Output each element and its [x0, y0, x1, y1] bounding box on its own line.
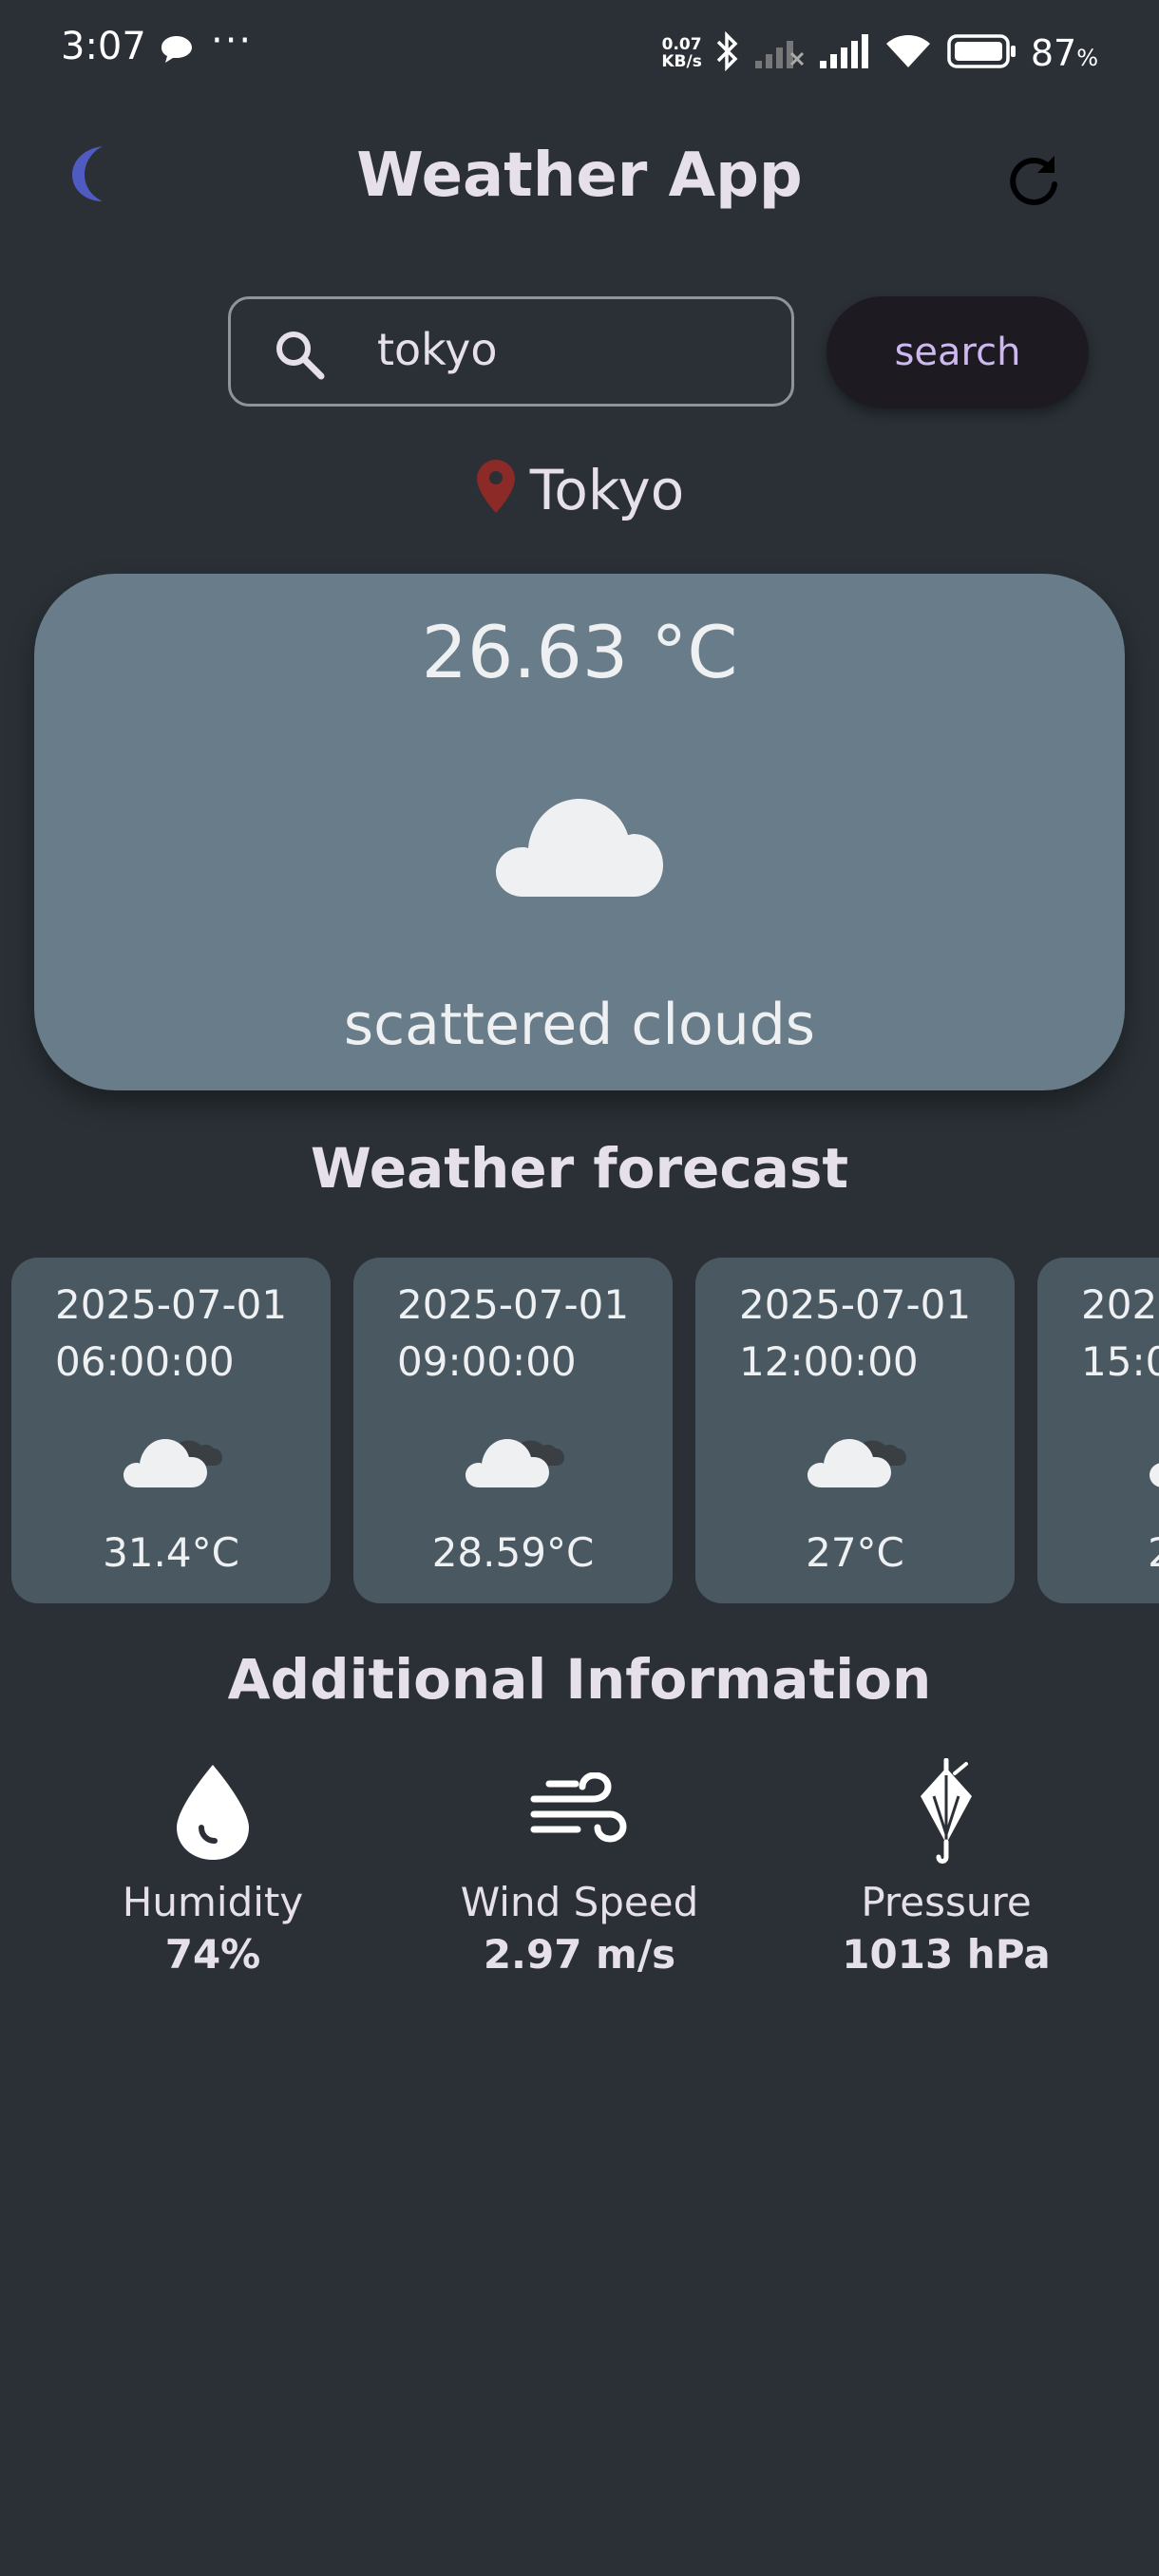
bluetooth-icon: [715, 30, 740, 75]
search-icon: [271, 326, 328, 387]
weather-description: scattered clouds: [343, 992, 816, 1058]
status-bar: 3:07 ··· 0.07 KB/s 87%: [0, 0, 1159, 104]
cloudy-icon: [1148, 1425, 1159, 1495]
signal-nosim-icon: [753, 32, 805, 74]
forecast-temperature: 28.59°C: [431, 1529, 595, 1576]
battery-icon: [947, 33, 1017, 73]
humidity-info: Humidity 74%: [51, 1753, 374, 1978]
more-notifications-icon: ···: [211, 19, 254, 63]
cloudy-icon: [806, 1425, 906, 1495]
forecast-datetime: 2025-07-0115:00:00: [1081, 1281, 1159, 1385]
pressure-value: 1013 hPa: [842, 1931, 1051, 1978]
city-name: Tokyo: [529, 458, 685, 522]
signal-icon: [818, 32, 869, 74]
chat-notification-icon: [160, 34, 194, 68]
forecast-card[interactable]: 2025-07-0115:00:00 27°C: [1037, 1258, 1159, 1603]
wind-speed-info: Wind Speed 2.97 m/s: [418, 1753, 741, 1978]
cloudy-icon: [464, 1425, 564, 1495]
forecast-temperature: 27°C: [806, 1529, 904, 1576]
forecast-temperature: 31.4°C: [103, 1529, 239, 1576]
humidity-label: Humidity: [122, 1879, 304, 1925]
current-weather-card: 26.63 °C scattered clouds: [34, 574, 1125, 1090]
water-drop-icon: [51, 1753, 374, 1871]
cloudy-icon: [122, 1425, 222, 1495]
forecast-card[interactable]: 2025-07-01 12:00:00 27°C: [695, 1258, 1015, 1603]
forecast-datetime: 2025-07-01 09:00:00: [397, 1281, 630, 1385]
forecast-title: Weather forecast: [310, 1136, 849, 1201]
forecast-list[interactable]: 2025-07-01 06:00:00 31.4°C 2025-07-01 09:0…: [11, 1258, 1159, 1603]
cloud-icon: [494, 783, 665, 904]
refresh-icon[interactable]: [1005, 152, 1062, 213]
pressure-info: Pressure 1013 hPa: [785, 1753, 1108, 1978]
battery-percent: 87%: [1030, 32, 1098, 74]
current-temperature: 26.63 °C: [421, 610, 738, 694]
status-time: 3:07: [61, 25, 146, 68]
forecast-card[interactable]: 2025-07-01 09:00:00 28.59°C: [353, 1258, 673, 1603]
wind-speed-label: Wind Speed: [460, 1879, 699, 1925]
forecast-datetime: 2025-07-01 06:00:00: [55, 1281, 288, 1385]
network-speed: 0.07 KB/s: [661, 35, 702, 71]
wind-icon: [418, 1753, 741, 1871]
additional-info-title: Additional Information: [227, 1647, 932, 1712]
forecast-card[interactable]: 2025-07-01 06:00:00 31.4°C: [11, 1258, 331, 1603]
wind-speed-value: 2.97 m/s: [483, 1931, 676, 1978]
humidity-value: 74%: [164, 1931, 261, 1978]
pressure-label: Pressure: [861, 1879, 1032, 1925]
search-input-value[interactable]: tokyo: [377, 324, 498, 375]
location-label: Tokyo: [0, 458, 1159, 528]
location-pin-icon: [475, 458, 517, 528]
forecast-temperature: 27°C: [1037, 1529, 1159, 1576]
closed-umbrella-icon: [785, 1753, 1108, 1871]
wifi-icon: [883, 31, 934, 75]
forecast-datetime: 2025-07-01 12:00:00: [739, 1281, 972, 1385]
search-input[interactable]: tokyo: [228, 296, 794, 407]
search-button[interactable]: search: [826, 296, 1089, 408]
app-title: Weather App: [356, 141, 803, 211]
